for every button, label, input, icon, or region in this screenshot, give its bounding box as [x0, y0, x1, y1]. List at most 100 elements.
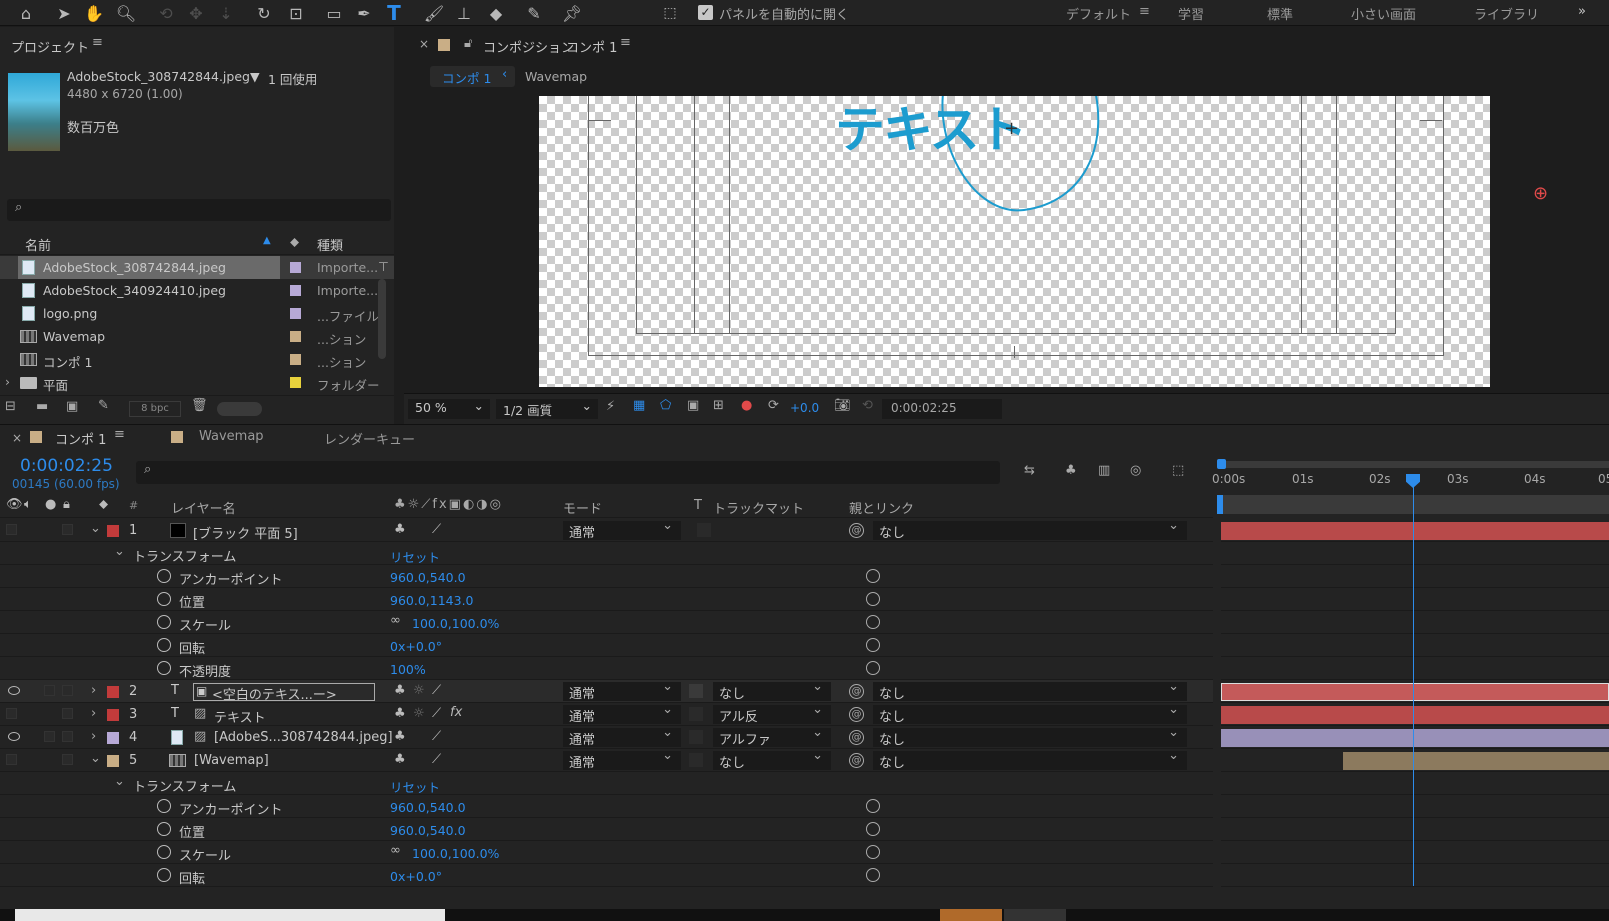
blend-mode-select[interactable]: 通常	[563, 725, 681, 748]
rotation-tool-icon[interactable]: ↻	[252, 2, 276, 24]
track-row[interactable]	[1221, 726, 1609, 749]
region-of-interest-icon[interactable]: ▣	[687, 398, 699, 413]
selected-item-name[interactable]: AdobeStock_308742844.jpeg▼	[67, 69, 260, 84]
workspace-learn[interactable]: 学習	[1178, 4, 1204, 23]
track-matte-select[interactable]: アルファ	[713, 725, 831, 748]
current-time[interactable]: 0:00:02:25	[20, 456, 113, 476]
expand-arrow-icon[interactable]: ›	[5, 374, 10, 389]
reset-exposure-icon[interactable]: ⟳	[768, 398, 779, 413]
expression-pickwhip-icon[interactable]	[866, 638, 880, 652]
panel-menu-icon[interactable]: ≡	[620, 35, 631, 50]
brush-tool-icon[interactable]: 🖌︎	[422, 2, 446, 24]
track-row[interactable]	[1221, 519, 1609, 542]
lock-switch[interactable]	[62, 731, 73, 742]
layer-name[interactable]: <空白のテキス...ー>	[212, 684, 337, 703]
sort-ascending-icon[interactable]: ▲	[263, 235, 271, 246]
layer-name[interactable]: [Wavemap]	[194, 753, 269, 768]
type-tool-icon[interactable]: T	[382, 1, 406, 25]
home-icon[interactable]: ⌂	[14, 2, 38, 24]
label-color[interactable]	[290, 308, 301, 319]
orbit-camera-icon[interactable]: ⟲	[154, 2, 178, 24]
stopwatch-icon[interactable]	[157, 569, 171, 583]
solo-switch[interactable]	[44, 731, 55, 742]
constrain-proportions-icon[interactable]: ∞	[390, 843, 401, 858]
parent-select[interactable]: なし	[873, 725, 1187, 748]
stopwatch-icon[interactable]	[157, 592, 171, 606]
channel-icon[interactable]: ●	[741, 398, 752, 413]
project-item[interactable]: AdobeStock_308742844.jpeg Importe... ⊤	[0, 256, 394, 279]
project-search-input[interactable]: ⌕	[7, 199, 391, 221]
stopwatch-icon[interactable]	[157, 615, 171, 629]
solo-switch-icon[interactable]: ●	[45, 497, 56, 512]
tab-wavemap[interactable]: Wavemap	[199, 429, 264, 444]
blend-mode-select[interactable]: 通常	[563, 702, 681, 725]
workspace-default[interactable]: デフォルト	[1066, 4, 1131, 23]
fast-previews-icon[interactable]: ⚡	[606, 399, 615, 414]
comp-tab-prefix[interactable]: コンポジション	[483, 37, 574, 56]
stopwatch-icon[interactable]	[157, 822, 171, 836]
shy-switch-icon[interactable]: ♣	[394, 706, 406, 721]
pen-tool-icon[interactable]: ✒	[352, 2, 376, 24]
close-tab-icon[interactable]: ×	[12, 431, 22, 445]
label-color[interactable]	[290, 262, 301, 273]
parent-pickwhip-icon[interactable]: @	[849, 730, 864, 745]
preserve-transparency-switch[interactable]	[697, 523, 711, 537]
quality-switch-icon[interactable]: ⟋	[432, 706, 441, 721]
playhead-handle[interactable]	[1406, 474, 1420, 488]
snapshot-icon[interactable]: 📷︎	[834, 398, 851, 413]
preserve-transparency-switch[interactable]	[689, 730, 703, 744]
property-row[interactable]: スケール ∞ 100.0,100.0%	[0, 841, 1213, 864]
label-color[interactable]	[290, 285, 301, 296]
work-area-start-handle[interactable]	[1217, 459, 1226, 469]
shy-layers-icon[interactable]: ♣	[1065, 463, 1077, 478]
playhead-line[interactable]	[1413, 474, 1414, 886]
layer-row[interactable]: ⌄ 1 [ブラック 平面 5] ♣ ⟋ 通常 @ なし	[0, 518, 1213, 542]
collapse-arrow-icon[interactable]: ⌄	[114, 544, 125, 559]
layer-row[interactable]: › 4 ▨ [AdobeS...308742844.jpeg] ♣ ⟋ 通常 ア…	[0, 725, 1213, 749]
anchor-tool-icon[interactable]: ⊡	[284, 2, 308, 24]
quality-switch-icon[interactable]: ⟋	[432, 683, 441, 698]
viewer-timecode[interactable]: 0:00:02:25	[882, 399, 1002, 419]
graph-editor-icon[interactable]: ⬚	[1172, 463, 1184, 478]
trash-icon[interactable]: 🗑︎	[191, 398, 208, 413]
collapse-arrow-icon[interactable]: ⌄	[90, 751, 101, 766]
pan-camera-icon[interactable]: ✥	[184, 2, 208, 24]
expand-arrow-icon[interactable]: ›	[91, 706, 96, 721]
video-switch[interactable]	[6, 708, 17, 719]
breadcrumb-comp1[interactable]: コンポ 1 ‹	[430, 66, 515, 87]
shy-switch-icon[interactable]: ♣	[394, 729, 406, 744]
workspace-small-screen[interactable]: 小さい画面	[1351, 4, 1416, 23]
hand-tool-icon[interactable]: ✋	[82, 2, 106, 24]
new-folder-icon[interactable]: ▬	[36, 399, 48, 414]
video-switch[interactable]	[6, 754, 17, 765]
fx-switch-icon[interactable]: fx	[450, 705, 462, 720]
lock-switch[interactable]	[62, 685, 73, 696]
parent-select[interactable]: なし	[873, 518, 1187, 541]
column-trackmatte[interactable]: トラックマット	[713, 498, 804, 517]
parent-select[interactable]: なし	[873, 748, 1187, 771]
taskbar-app[interactable]	[1004, 909, 1066, 921]
interpret-footage-icon[interactable]: ⊟	[5, 399, 16, 414]
layer-name[interactable]: テキスト	[214, 707, 266, 726]
comp-tab-name[interactable]: コンポ 1	[566, 37, 617, 56]
layer-row[interactable]: › 3 T ▨ テキスト ♣ ☼ ⟋ fx 通常 アル反 @ なし	[0, 702, 1213, 726]
solo-switch[interactable]	[44, 685, 55, 696]
comp-mini-flowchart-icon[interactable]: ⇆	[1024, 463, 1035, 478]
label-color[interactable]	[107, 755, 119, 767]
track-matte-select[interactable]: アル反	[713, 702, 831, 725]
expression-pickwhip-icon[interactable]	[866, 615, 880, 629]
workspace-standard[interactable]: 標準	[1267, 4, 1293, 23]
panel-menu-icon[interactable]: ≡	[92, 35, 103, 50]
blend-mode-select[interactable]: 通常	[563, 518, 681, 541]
track-row[interactable]	[1221, 680, 1609, 703]
layer-row[interactable]: ⌄ 5 [Wavemap] ♣ ⟋ 通常 なし @ なし	[0, 748, 1213, 772]
stopwatch-icon[interactable]	[157, 868, 171, 882]
stopwatch-icon[interactable]	[157, 661, 171, 675]
motion-blur-icon[interactable]: ◎	[1130, 463, 1141, 478]
property-row[interactable]: 回転 0x+0.0°	[0, 634, 1213, 657]
project-item[interactable]: Wavemap ...ション	[0, 325, 394, 348]
align-icon[interactable]: ⬚	[658, 2, 682, 24]
expression-pickwhip-icon[interactable]	[866, 822, 880, 836]
label-color[interactable]	[107, 709, 119, 721]
mask-visibility-icon[interactable]: ⬠	[660, 398, 671, 413]
